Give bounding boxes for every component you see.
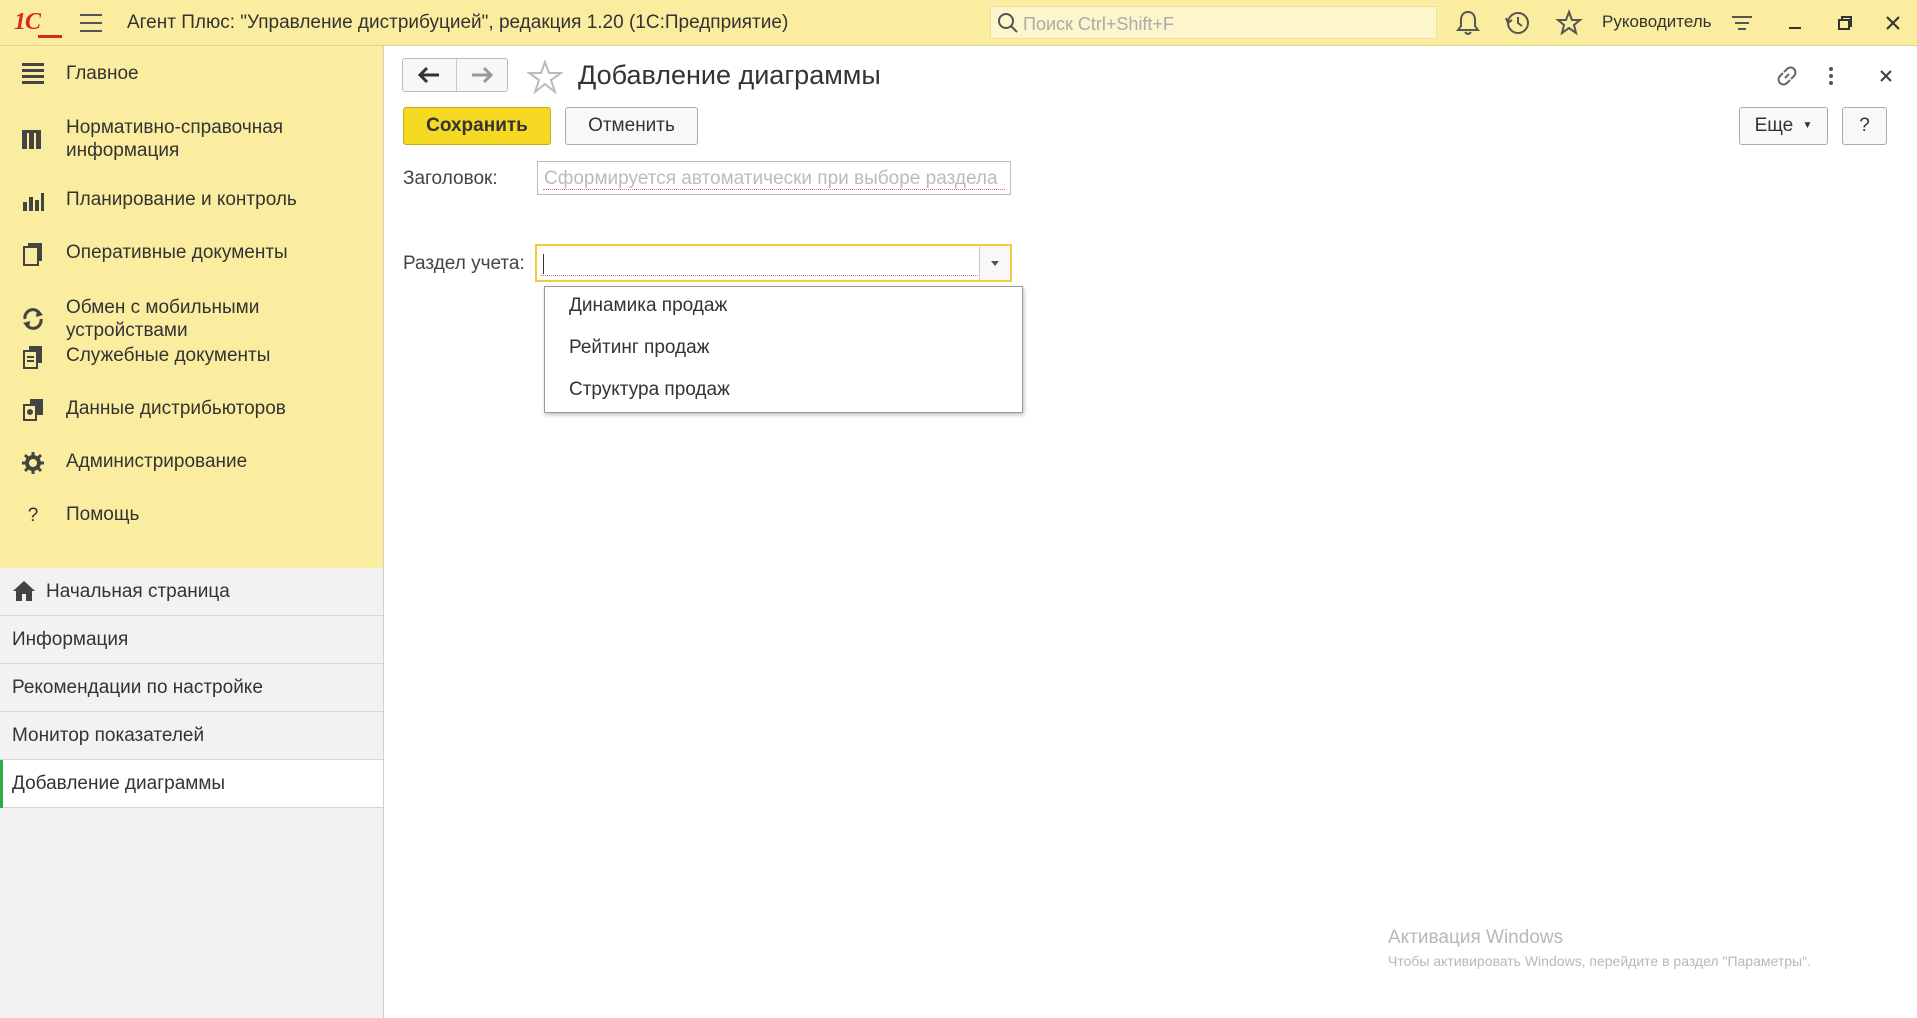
catalog-icon [22,130,41,149]
section-operational-docs[interactable]: Оперативные документы [0,239,383,273]
open-window-label: Информация [12,629,129,650]
home-icon [13,581,35,601]
section-label: Данные дистрибьюторов [66,398,286,419]
open-window-label: Начальная страница [46,581,230,602]
cancel-button[interactable]: Отменить [565,107,698,145]
gear-icon [22,452,44,474]
open-windows-list: Начальная страница Информация Рекомендац… [0,568,383,808]
section-mobile-exchange[interactable]: Обмен с мобильными устройствами [0,294,383,344]
active-window-marker [0,760,3,808]
favorite-star-icon[interactable] [527,60,563,94]
windows-activation-title: Активация Windows [1388,927,1564,948]
close-icon[interactable] [1878,8,1908,38]
close-form-icon[interactable] [1874,64,1898,88]
help-button[interactable]: ? [1842,107,1887,145]
open-window-label: Рекомендации по настройке [12,677,263,698]
form-area: Добавление диаграммы Сохранить Отменить … [385,46,1917,1018]
arrow-left-icon [417,66,439,84]
windows-activation-text: Чтобы активировать Windows, перейдите в … [1388,953,1811,969]
section-dropdown-list: Динамика продаж Рейтинг продаж Структура… [544,286,1023,413]
navigation-buttons [402,58,508,92]
section-field[interactable] [535,244,1012,282]
bell-icon[interactable] [1453,8,1483,38]
section-planning[interactable]: Планирование и контроль [0,186,383,220]
service-docs-icon [23,346,42,369]
search-icon [998,13,1018,33]
open-window-label: Добавление диаграммы [12,773,226,794]
title-field-placeholder: Сформируется автоматически при выборе ра… [544,168,998,189]
section-label: Планирование и контроль [66,189,297,210]
sync-icon [23,308,43,330]
app-logo-underline [38,35,62,38]
open-window-recommendations[interactable]: Рекомендации по настройке [0,664,383,712]
dropdown-arrow-icon [991,261,999,266]
back-button[interactable] [403,59,456,91]
section-reference-info[interactable]: Нормативно-справочная информация [0,114,383,164]
save-button[interactable]: Сохранить [403,107,551,145]
search-input[interactable]: Поиск Ctrl+Shift+F [990,6,1437,39]
chevron-down-icon: ▼ [1802,120,1813,131]
required-underline [543,189,1005,190]
section-administration[interactable]: Администрирование [0,450,383,484]
title-bar: 1С Агент Плюс: "Управление дистрибуцией"… [0,0,1917,46]
section-field-label: Раздел учета: [403,253,525,274]
dropdown-option[interactable]: Динамика продаж [569,295,727,317]
open-window-info[interactable]: Информация [0,616,383,664]
form-title: Добавление диаграммы [578,60,881,90]
section-label: Администрирование [66,451,248,472]
settings-menu-icon[interactable] [1727,8,1757,38]
link-icon[interactable] [1775,64,1799,88]
more-vertical-icon[interactable] [1825,64,1837,88]
open-window-label: Монитор показателей [12,725,205,746]
open-window-add-chart[interactable]: Добавление диаграммы [0,760,383,808]
section-help[interactable]: ? Помощь [0,503,383,537]
forward-button[interactable] [457,59,508,91]
bar-chart-icon [23,193,44,211]
open-window-home[interactable]: Начальная страница [0,568,383,616]
dropdown-button[interactable] [979,246,1010,280]
favorites-star-icon[interactable] [1554,8,1584,38]
section-service-docs[interactable]: Служебные документы [0,344,383,378]
section-label: Служебные документы [66,345,271,366]
section-label: Помощь [66,504,140,525]
dropdown-option[interactable]: Структура продаж [569,379,730,401]
section-distributor-data[interactable]: Данные дистрибьюторов [0,397,383,431]
required-underline [541,275,978,276]
menu-lines-icon [22,63,44,84]
sections-panel: Главное Нормативно-справочная информация… [0,46,383,568]
minimize-icon[interactable] [1780,8,1810,38]
current-user[interactable]: Руководитель [1602,12,1712,32]
app-logo: 1С [14,9,41,35]
search-placeholder: Поиск Ctrl+Shift+F [1023,14,1174,34]
section-label: Нормативно-справочная информация [66,117,284,161]
section-label: Обмен с мобильными устройствами [66,297,260,341]
section-label: Главное [66,63,139,84]
more-button-label: Еще [1754,115,1794,137]
help-icon: ? [27,505,39,526]
title-field[interactable]: Сформируется автоматически при выборе ра… [537,161,1011,195]
main-menu-icon[interactable] [80,14,102,32]
open-window-monitor[interactable]: Монитор показателей [0,712,383,760]
restore-icon[interactable] [1830,8,1860,38]
distributor-data-icon [23,399,43,421]
arrow-right-icon [472,66,494,84]
section-main[interactable]: Главное [0,60,383,94]
section-label: Оперативные документы [66,242,288,263]
documents-icon [23,243,42,266]
history-icon[interactable] [1503,8,1533,38]
sidebar: Главное Нормативно-справочная информация… [0,46,384,1018]
app-title: Агент Плюс: "Управление дистрибуцией", р… [127,12,789,33]
more-button[interactable]: Еще ▼ [1739,107,1828,145]
text-cursor [543,254,544,274]
dropdown-option[interactable]: Рейтинг продаж [569,337,709,359]
title-field-label: Заголовок: [403,168,498,189]
